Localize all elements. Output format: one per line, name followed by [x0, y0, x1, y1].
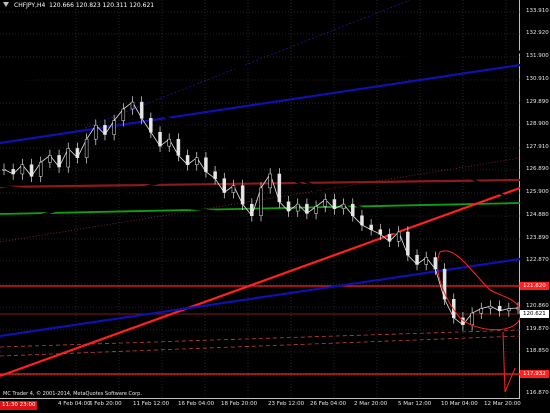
hand-drawn-ellipse[interactable] — [437, 250, 520, 331]
x-tick-label: 12 Mar 20:00 — [484, 401, 521, 407]
candle-body — [250, 203, 254, 216]
x-tick-label: 5 Mar 12:00 — [398, 401, 432, 407]
y-tick-label: 132.920 — [526, 30, 549, 36]
candle-body — [479, 308, 484, 314]
time-badge: 11:30 23:00 — [0, 401, 38, 410]
candle-body — [488, 305, 493, 309]
y-tick-label: 130.910 — [526, 76, 549, 82]
candle-body — [332, 199, 337, 210]
candle-body — [75, 148, 80, 158]
candle-body — [240, 185, 245, 205]
candle-body — [497, 305, 502, 312]
candle-body — [213, 171, 217, 179]
y-tick-label: 128.900 — [526, 121, 549, 127]
y-tick-label: 133.910 — [526, 8, 549, 14]
candle-body — [360, 215, 364, 226]
candle-body — [314, 206, 318, 214]
candle-body — [424, 257, 428, 265]
x-tick-label: 26 Feb 04:00 — [310, 401, 347, 407]
candle-body — [48, 155, 52, 163]
candle-body — [38, 162, 43, 177]
candle-body — [305, 203, 309, 214]
chart-plot-area[interactable]: CHFJPY,H4 120.666 120.823 120.311 120.62… — [0, 0, 520, 399]
candle-body — [268, 173, 272, 189]
price-badge-117-932: 117.932 — [520, 370, 549, 378]
candle-body — [470, 312, 474, 326]
candle-body — [415, 254, 419, 265]
y-tick-label: 119.870 — [526, 326, 549, 332]
y-tick-label: 116.870 — [526, 390, 549, 396]
candle-body — [295, 203, 300, 212]
x-tick-label: 18 Feb 20:00 — [221, 401, 258, 407]
chart-header: CHFJPY,H4 120.666 120.823 120.311 120.62… — [14, 2, 155, 9]
candle-body — [2, 169, 6, 171]
x-tick-label: 6 Feb 20:00 — [89, 401, 122, 407]
y-tick-label: 123.890 — [526, 235, 549, 241]
dashed-red-2[interactable] — [0, 335, 520, 357]
y-tick-label: 120.860 — [526, 303, 549, 309]
candle-body — [351, 203, 355, 216]
y-tick-label: 127.910 — [526, 144, 549, 150]
x-tick-label: 23 Feb 12:00 — [268, 401, 305, 407]
candle-body — [433, 257, 438, 270]
darkred-line[interactable] — [0, 178, 520, 189]
y-tick-label: 129.890 — [526, 99, 549, 105]
candle-body — [204, 157, 208, 172]
candle-body — [103, 125, 107, 135]
candle-body — [387, 234, 392, 242]
candle-body — [406, 231, 410, 256]
dashed-red-1[interactable] — [0, 329, 520, 348]
candle-body — [369, 224, 373, 230]
price-badge-121-820: 121.820 — [520, 282, 549, 290]
price-chart — [0, 0, 520, 399]
hand-drawn-arrow[interactable] — [502, 331, 516, 393]
candle-body — [121, 108, 126, 121]
candle-body — [185, 155, 190, 165]
candle-body — [396, 231, 401, 242]
x-tick-label: 10 Mar 04:00 — [441, 401, 478, 407]
candle-body — [341, 203, 346, 210]
candle-body — [20, 164, 25, 175]
x-tick-label: 16 Feb 04:00 — [178, 401, 215, 407]
candle-body — [176, 138, 181, 156]
candle-body — [259, 187, 263, 216]
y-tick-label: 124.880 — [526, 212, 549, 218]
candle-body — [378, 229, 383, 235]
price-badge-current: 120.621 — [520, 310, 549, 318]
candle-body — [167, 138, 171, 147]
candle-body — [29, 164, 34, 177]
mt4-chart-window: CHFJPY,H4 120.666 120.823 120.311 120.62… — [0, 0, 550, 413]
candle-body — [231, 185, 236, 193]
y-tick-label: 125.900 — [526, 189, 549, 195]
candle-body — [84, 138, 89, 158]
candle-body — [323, 199, 327, 207]
y-tick-label: 122.870 — [526, 257, 549, 263]
candle-body — [66, 148, 70, 168]
candle-body — [112, 120, 116, 135]
x-tick-label: 2 Mar 20:00 — [354, 401, 388, 407]
x-tick-label: 11 Feb 12:00 — [133, 401, 170, 407]
candle-body — [286, 201, 291, 212]
candle-body — [222, 178, 227, 193]
copyright: MC Trader 4, © 2001-2014, MetaQuotes Sof… — [3, 391, 142, 397]
candle-body — [158, 131, 162, 147]
candle-body — [130, 101, 135, 110]
candle-body — [149, 118, 153, 133]
candle-body — [277, 173, 282, 203]
candle-body — [195, 157, 199, 165]
candle-body — [507, 308, 511, 312]
y-tick-label: 118.850 — [526, 348, 549, 354]
y-tick-label: 126.890 — [526, 166, 549, 172]
candle-body — [94, 125, 98, 140]
candle-body — [57, 155, 61, 168]
candle-body — [11, 169, 15, 175]
blue-lower-line[interactable] — [0, 257, 520, 338]
candle-body — [139, 101, 144, 119]
x-tick-label: 4 Feb 04:00 — [58, 401, 91, 407]
y-tick-label: 131.900 — [526, 53, 549, 59]
chart-menu-arrow-icon[interactable] — [3, 2, 9, 7]
